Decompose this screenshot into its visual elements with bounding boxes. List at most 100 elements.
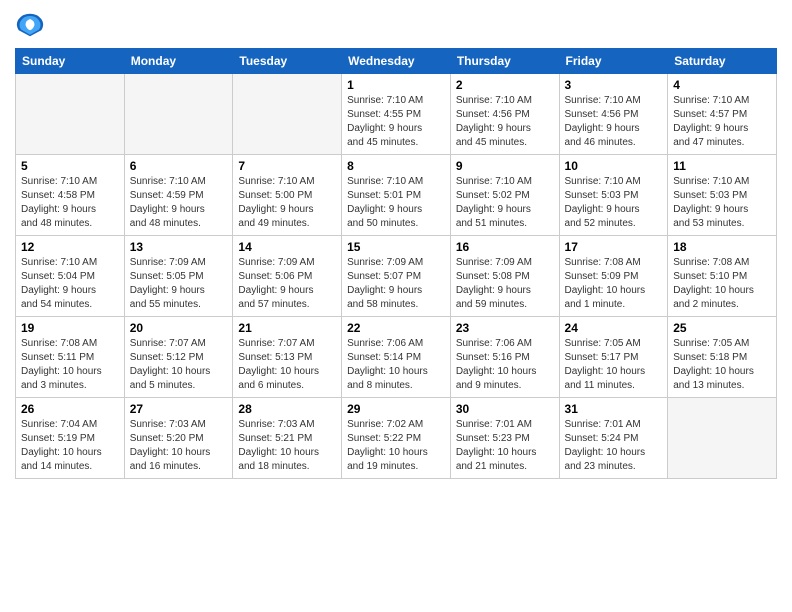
day-number: 23	[456, 321, 554, 335]
day-info: Sunrise: 7:09 AM Sunset: 5:08 PM Dayligh…	[456, 256, 554, 312]
day-header-tuesday: Tuesday	[233, 49, 342, 74]
day-info: Sunrise: 7:08 AM Sunset: 5:11 PM Dayligh…	[21, 337, 119, 393]
calendar-cell: 26Sunrise: 7:04 AM Sunset: 5:19 PM Dayli…	[16, 398, 125, 479]
day-info: Sunrise: 7:06 AM Sunset: 5:14 PM Dayligh…	[347, 337, 445, 393]
calendar-cell: 14 Sunrise: 7:09 AM Sunset: 5:06 PM Dayli…	[233, 236, 342, 317]
header	[15, 10, 777, 40]
day-number: 27	[130, 402, 228, 416]
day-number: 15	[347, 240, 445, 254]
logo-icon	[15, 10, 45, 40]
day-info: Sunrise: 7:02 AM Sunset: 5:22 PM Dayligh…	[347, 418, 445, 474]
day-number: 3	[565, 78, 663, 92]
day-info: Sunrise: 7:01 AM Sunset: 5:24 PM Dayligh…	[565, 418, 663, 474]
calendar-cell: 27 Sunrise: 7:03 AM Sunset: 5:20 PM Dayli…	[124, 398, 233, 479]
calendar-cell: 3 Sunrise: 7:10 AM Sunset: 4:56 PM Daylig…	[559, 74, 668, 155]
day-number: 6	[130, 159, 228, 173]
calendar-cell: 17 Sunrise: 7:08 AM Sunset: 5:09 PM Dayli…	[559, 236, 668, 317]
day-header-thursday: Thursday	[450, 49, 559, 74]
calendar-cell: 31 Sunrise: 7:01 AM Sunset: 5:24 PM Dayli…	[559, 398, 668, 479]
calendar-cell: 13 Sunrise: 7:09 AM Sunset: 5:05 PM Dayli…	[124, 236, 233, 317]
calendar-cell: 9Sunrise: 7:10 AM Sunset: 5:02 PM Daylig…	[450, 155, 559, 236]
calendar-cell: 15 Sunrise: 7:09 AM Sunset: 5:07 PM Dayli…	[342, 236, 451, 317]
day-info: Sunrise: 7:10 AM Sunset: 4:56 PM Dayligh…	[456, 94, 554, 150]
day-header-saturday: Saturday	[668, 49, 777, 74]
calendar-cell: 29 Sunrise: 7:02 AM Sunset: 5:22 PM Dayli…	[342, 398, 451, 479]
day-number: 22	[347, 321, 445, 335]
week-row-1: 1 Sunrise: 7:10 AM Sunset: 4:55 PM Daylig…	[16, 74, 777, 155]
calendar-cell: 22 Sunrise: 7:06 AM Sunset: 5:14 PM Dayli…	[342, 317, 451, 398]
calendar-cell: 24 Sunrise: 7:05 AM Sunset: 5:17 PM Dayli…	[559, 317, 668, 398]
day-info: Sunrise: 7:01 AM Sunset: 5:23 PM Dayligh…	[456, 418, 554, 474]
day-number: 21	[238, 321, 336, 335]
day-info: Sunrise: 7:10 AM Sunset: 4:58 PM Dayligh…	[21, 175, 119, 231]
day-info: Sunrise: 7:09 AM Sunset: 5:07 PM Dayligh…	[347, 256, 445, 312]
calendar-cell: 11 Sunrise: 7:10 AM Sunset: 5:03 PM Dayli…	[668, 155, 777, 236]
week-row-2: 5 Sunrise: 7:10 AM Sunset: 4:58 PM Daylig…	[16, 155, 777, 236]
day-info: Sunrise: 7:03 AM Sunset: 5:21 PM Dayligh…	[238, 418, 336, 474]
calendar-cell: 4Sunrise: 7:10 AM Sunset: 4:57 PM Daylig…	[668, 74, 777, 155]
day-info: Sunrise: 7:10 AM Sunset: 5:03 PM Dayligh…	[673, 175, 771, 231]
calendar-cell: 10Sunrise: 7:10 AM Sunset: 5:03 PM Dayli…	[559, 155, 668, 236]
day-info: Sunrise: 7:10 AM Sunset: 4:55 PM Dayligh…	[347, 94, 445, 150]
day-number: 13	[130, 240, 228, 254]
day-number: 19	[21, 321, 119, 335]
day-number: 2	[456, 78, 554, 92]
day-info: Sunrise: 7:07 AM Sunset: 5:12 PM Dayligh…	[130, 337, 228, 393]
day-number: 31	[565, 402, 663, 416]
calendar-cell: 28 Sunrise: 7:03 AM Sunset: 5:21 PM Dayli…	[233, 398, 342, 479]
page: SundayMondayTuesdayWednesdayThursdayFrid…	[0, 0, 792, 489]
day-info: Sunrise: 7:03 AM Sunset: 5:20 PM Dayligh…	[130, 418, 228, 474]
calendar-cell: 18 Sunrise: 7:08 AM Sunset: 5:10 PM Dayli…	[668, 236, 777, 317]
calendar-cell: 16 Sunrise: 7:09 AM Sunset: 5:08 PM Dayli…	[450, 236, 559, 317]
day-info: Sunrise: 7:10 AM Sunset: 4:56 PM Dayligh…	[565, 94, 663, 150]
day-number: 26	[21, 402, 119, 416]
week-row-4: 19 Sunrise: 7:08 AM Sunset: 5:11 PM Dayli…	[16, 317, 777, 398]
day-number: 16	[456, 240, 554, 254]
day-number: 17	[565, 240, 663, 254]
day-number: 29	[347, 402, 445, 416]
calendar-cell: 7 Sunrise: 7:10 AM Sunset: 5:00 PM Daylig…	[233, 155, 342, 236]
day-number: 1	[347, 78, 445, 92]
day-number: 14	[238, 240, 336, 254]
day-info: Sunrise: 7:08 AM Sunset: 5:09 PM Dayligh…	[565, 256, 663, 312]
calendar-cell: 20Sunrise: 7:07 AM Sunset: 5:12 PM Dayli…	[124, 317, 233, 398]
calendar-cell	[233, 74, 342, 155]
day-number: 24	[565, 321, 663, 335]
day-info: Sunrise: 7:05 AM Sunset: 5:17 PM Dayligh…	[565, 337, 663, 393]
day-info: Sunrise: 7:09 AM Sunset: 5:05 PM Dayligh…	[130, 256, 228, 312]
week-row-5: 26Sunrise: 7:04 AM Sunset: 5:19 PM Dayli…	[16, 398, 777, 479]
calendar-cell: 30Sunrise: 7:01 AM Sunset: 5:23 PM Dayli…	[450, 398, 559, 479]
calendar-cell: 21 Sunrise: 7:07 AM Sunset: 5:13 PM Dayli…	[233, 317, 342, 398]
day-number: 5	[21, 159, 119, 173]
calendar-cell: 8Sunrise: 7:10 AM Sunset: 5:01 PM Daylig…	[342, 155, 451, 236]
day-info: Sunrise: 7:07 AM Sunset: 5:13 PM Dayligh…	[238, 337, 336, 393]
week-row-3: 12 Sunrise: 7:10 AM Sunset: 5:04 PM Dayli…	[16, 236, 777, 317]
logo	[15, 10, 49, 40]
calendar-cell: 23 Sunrise: 7:06 AM Sunset: 5:16 PM Dayli…	[450, 317, 559, 398]
day-info: Sunrise: 7:06 AM Sunset: 5:16 PM Dayligh…	[456, 337, 554, 393]
day-info: Sunrise: 7:08 AM Sunset: 5:10 PM Dayligh…	[673, 256, 771, 312]
day-header-wednesday: Wednesday	[342, 49, 451, 74]
day-number: 12	[21, 240, 119, 254]
day-number: 8	[347, 159, 445, 173]
calendar-cell: 6 Sunrise: 7:10 AM Sunset: 4:59 PM Daylig…	[124, 155, 233, 236]
calendar-cell: 1 Sunrise: 7:10 AM Sunset: 4:55 PM Daylig…	[342, 74, 451, 155]
day-number: 11	[673, 159, 771, 173]
day-info: Sunrise: 7:05 AM Sunset: 5:18 PM Dayligh…	[673, 337, 771, 393]
day-info: Sunrise: 7:09 AM Sunset: 5:06 PM Dayligh…	[238, 256, 336, 312]
day-header-sunday: Sunday	[16, 49, 125, 74]
calendar-cell	[16, 74, 125, 155]
day-info: Sunrise: 7:10 AM Sunset: 4:59 PM Dayligh…	[130, 175, 228, 231]
day-info: Sunrise: 7:10 AM Sunset: 5:04 PM Dayligh…	[21, 256, 119, 312]
day-number: 4	[673, 78, 771, 92]
day-info: Sunrise: 7:10 AM Sunset: 5:00 PM Dayligh…	[238, 175, 336, 231]
day-header-friday: Friday	[559, 49, 668, 74]
day-number: 10	[565, 159, 663, 173]
day-number: 28	[238, 402, 336, 416]
day-number: 25	[673, 321, 771, 335]
day-number: 7	[238, 159, 336, 173]
days-header-row: SundayMondayTuesdayWednesdayThursdayFrid…	[16, 49, 777, 74]
calendar: SundayMondayTuesdayWednesdayThursdayFrid…	[15, 48, 777, 479]
day-header-monday: Monday	[124, 49, 233, 74]
day-number: 18	[673, 240, 771, 254]
